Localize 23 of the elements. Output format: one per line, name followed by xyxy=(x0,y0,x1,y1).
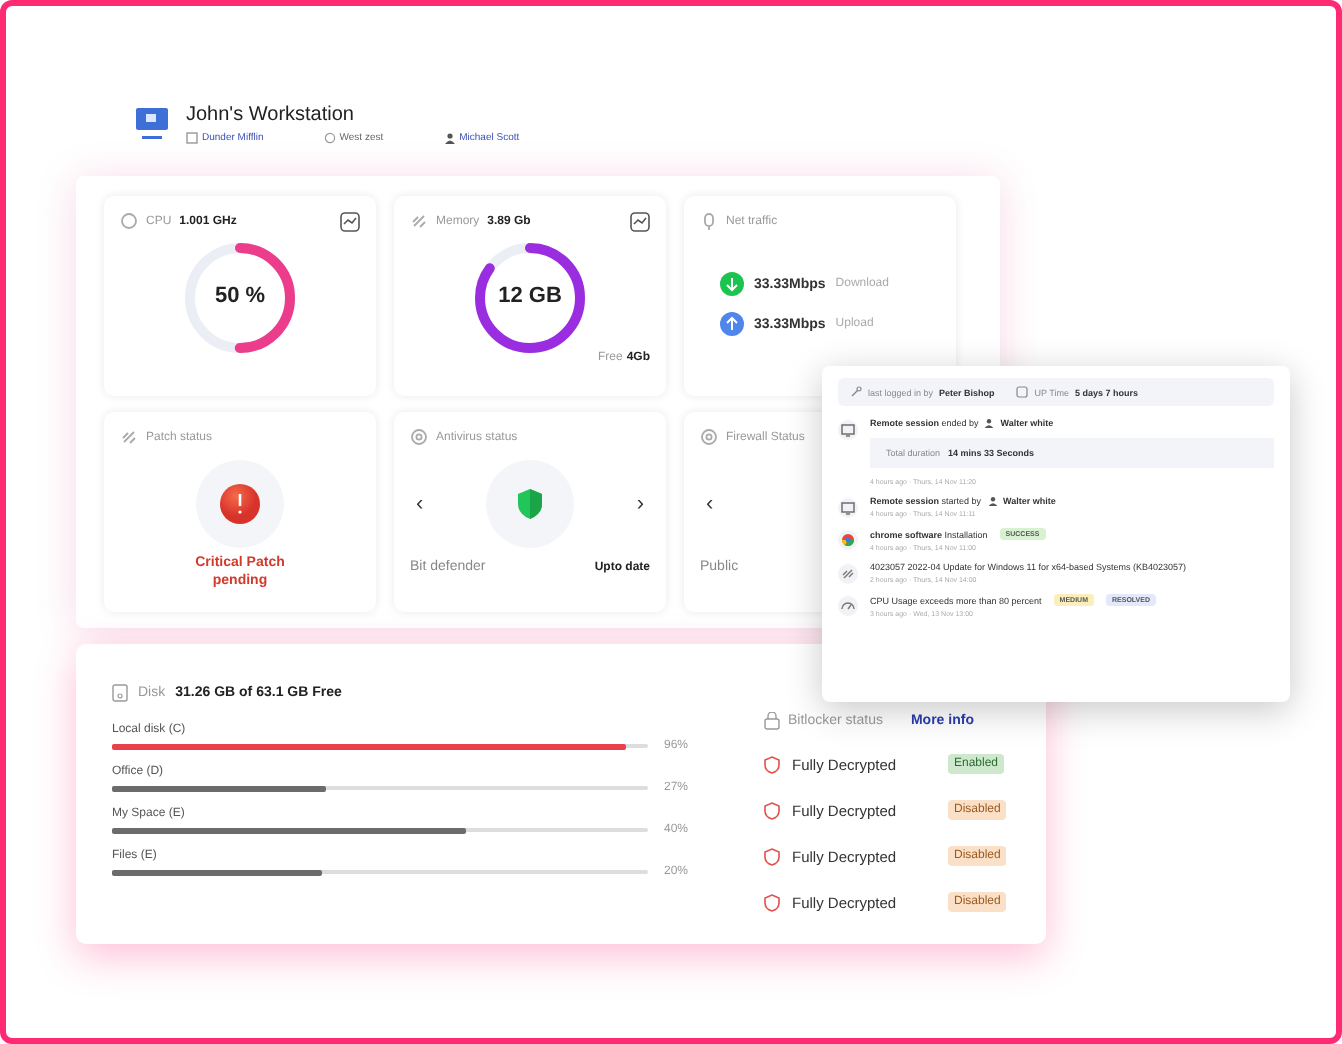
chart-icon[interactable] xyxy=(340,211,360,231)
user-icon xyxy=(984,418,995,428)
user-icon xyxy=(443,132,456,144)
lock-icon xyxy=(764,711,780,729)
monitor-icon xyxy=(838,420,858,440)
upload-arrow-icon xyxy=(720,312,744,336)
browser-logo-icon xyxy=(838,530,858,550)
warning-icon xyxy=(220,484,260,524)
key-icon xyxy=(850,386,862,398)
monitor-icon xyxy=(134,106,170,142)
workstation-title: John's Workstation xyxy=(186,104,356,126)
user-icon xyxy=(987,496,998,506)
drive-icon xyxy=(112,684,128,702)
next-button[interactable]: › xyxy=(630,492,650,516)
gauge-icon xyxy=(838,596,858,616)
download-arrow-icon xyxy=(720,272,744,296)
previous-button[interactable]: ‹ xyxy=(410,492,430,516)
monitor-icon xyxy=(838,498,858,518)
ring-value: 50 % xyxy=(212,284,268,308)
chart-icon[interactable] xyxy=(630,211,650,231)
ring-value: 12 GB xyxy=(496,284,564,308)
previous-button[interactable]: ‹ xyxy=(700,492,720,516)
antenna-icon xyxy=(700,212,718,230)
